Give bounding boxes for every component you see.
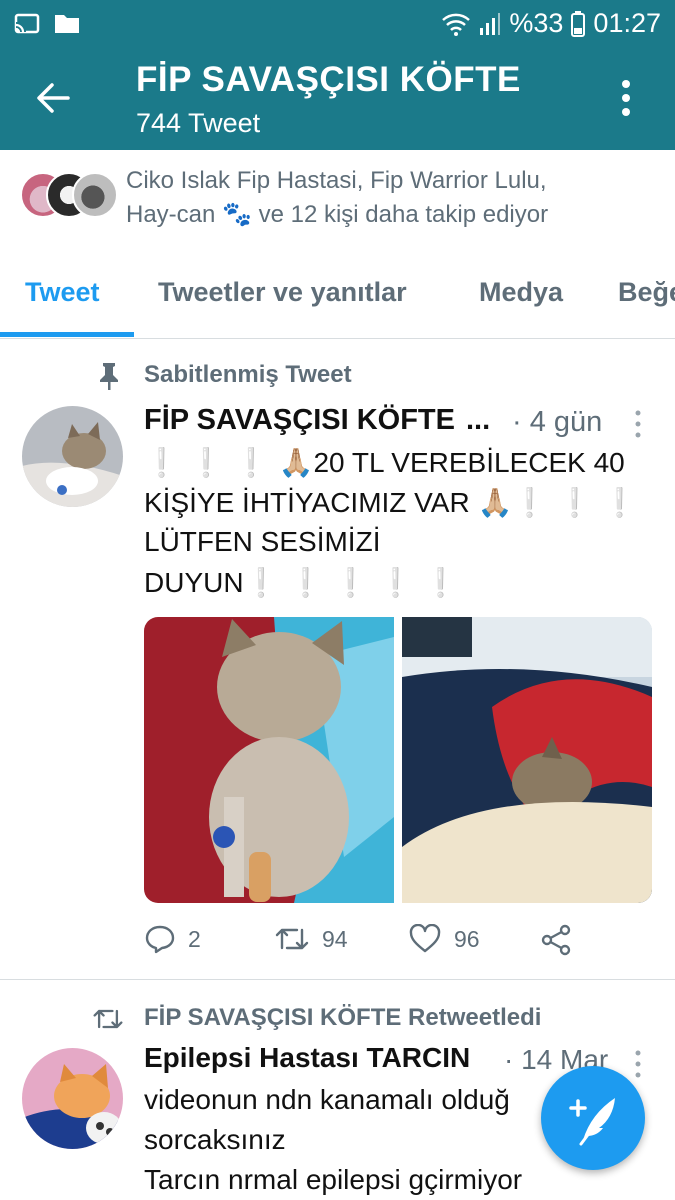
vertical-dots-icon bbox=[622, 80, 630, 116]
retweeted-by-label: FİP SAVAŞÇISI KÖFTE Retweetledi bbox=[144, 1004, 542, 1031]
avatar[interactable] bbox=[22, 1048, 123, 1149]
signal-icon bbox=[480, 12, 501, 35]
cat-avatar-image bbox=[22, 1048, 123, 1149]
profile-tabs: Tweet Tweetler ve yanıtlar Medya Beğe bbox=[0, 268, 675, 339]
tab-likes[interactable]: Beğe bbox=[618, 277, 675, 308]
pinned-label-row: Sabitlenmiş Tweet bbox=[0, 355, 675, 399]
more-options-button[interactable] bbox=[610, 76, 642, 120]
tweet-actions: 2 94 96 bbox=[144, 920, 664, 966]
tweet-image[interactable] bbox=[144, 617, 394, 903]
avatar[interactable] bbox=[22, 406, 123, 507]
followers-you-know[interactable]: Ciko Islak Fip Hastasi, Fip Warrior Lulu… bbox=[0, 150, 675, 268]
arrow-left-icon bbox=[37, 83, 70, 113]
tweet-text-line: Tarcın nrmal epilepsi gçirmiyor bbox=[144, 1164, 523, 1195]
clock: 01:27 bbox=[593, 8, 661, 38]
tab-tweet[interactable]: Tweet bbox=[25, 277, 100, 308]
tab-media[interactable]: Medya bbox=[479, 277, 563, 308]
reply-count: 2 bbox=[188, 925, 201, 952]
cat-avatar-image bbox=[22, 406, 123, 507]
tweet-image[interactable] bbox=[402, 617, 652, 903]
cat-photo-image bbox=[402, 617, 652, 903]
heart-icon bbox=[409, 924, 441, 953]
reply-icon bbox=[145, 925, 175, 954]
retweet-count: 94 bbox=[322, 925, 348, 952]
tweet-author[interactable]: Epilepsi Hastası TARCIN bbox=[144, 1042, 470, 1074]
cat-photo-image bbox=[144, 617, 394, 903]
retweet-icon bbox=[93, 1009, 123, 1029]
tweet-menu-icon[interactable] bbox=[630, 408, 646, 440]
like-button[interactable]: 96 bbox=[408, 924, 480, 954]
page-title: FİP SAVAŞÇISI KÖFTE bbox=[136, 60, 521, 99]
retweet-button[interactable]: 94 bbox=[274, 924, 348, 954]
wifi-icon bbox=[442, 13, 471, 36]
tweet-text-line: LÜTFEN SESİMİZİ bbox=[144, 526, 381, 557]
folder-icon bbox=[55, 15, 79, 33]
battery-icon bbox=[571, 10, 586, 37]
follower-avatars bbox=[20, 172, 118, 220]
retweet-icon bbox=[275, 928, 309, 950]
tweet-text-line: sorcaksınız bbox=[144, 1124, 286, 1155]
tweet-text-line: ❕❕❕🙏🏼20 TL VEREBİLECEK 40 bbox=[144, 447, 625, 478]
active-tab-indicator bbox=[0, 332, 134, 337]
name-ellipsis: ... bbox=[466, 404, 491, 436]
tweet-author[interactable]: FİP SAVAŞÇISI KÖFTE bbox=[144, 404, 455, 437]
like-count: 96 bbox=[454, 925, 480, 952]
share-icon bbox=[541, 924, 571, 956]
battery-percent: %33 bbox=[509, 8, 564, 38]
tweet-text-line: DUYUN❕❕❕❕❕ bbox=[144, 567, 468, 598]
back-button[interactable] bbox=[32, 76, 76, 120]
tweet-text-line: videonun ndn kanamalı olduğ bbox=[144, 1084, 510, 1115]
reply-button[interactable]: 2 bbox=[144, 924, 201, 954]
compose-feather-icon bbox=[569, 1098, 615, 1146]
followers-text: Ciko Islak Fip Hastasi, Fip Warrior Lulu… bbox=[126, 167, 549, 228]
tab-tweets-and-replies[interactable]: Tweetler ve yanıtlar bbox=[158, 277, 407, 308]
cast-icon bbox=[14, 13, 40, 34]
pinned-tweet-label: Sabitlenmiş Tweet bbox=[144, 361, 352, 388]
share-button[interactable] bbox=[540, 924, 572, 956]
retweet-label-row: FİP SAVAŞÇISI KÖFTE Retweetledi bbox=[0, 1000, 675, 1040]
tweet-time: · 4 gün bbox=[512, 406, 603, 438]
status-bar: %33 01:27 bbox=[0, 0, 675, 48]
tweet-header: FİP SAVAŞÇISI KÖFTE ... · 4 gün bbox=[144, 404, 664, 444]
tweet-divider bbox=[0, 979, 675, 980]
compose-tweet-button[interactable] bbox=[541, 1066, 645, 1170]
profile-header: FİP SAVAŞÇISI KÖFTE 744 Tweet bbox=[0, 48, 675, 150]
avatar bbox=[72, 172, 118, 218]
pin-icon bbox=[100, 363, 118, 390]
tweet-count: 744 Tweet bbox=[136, 108, 261, 138]
tweet-text-line: KİŞİYE İHTİYACIMIZ VAR 🙏🏼❕❕❕ bbox=[144, 487, 647, 518]
